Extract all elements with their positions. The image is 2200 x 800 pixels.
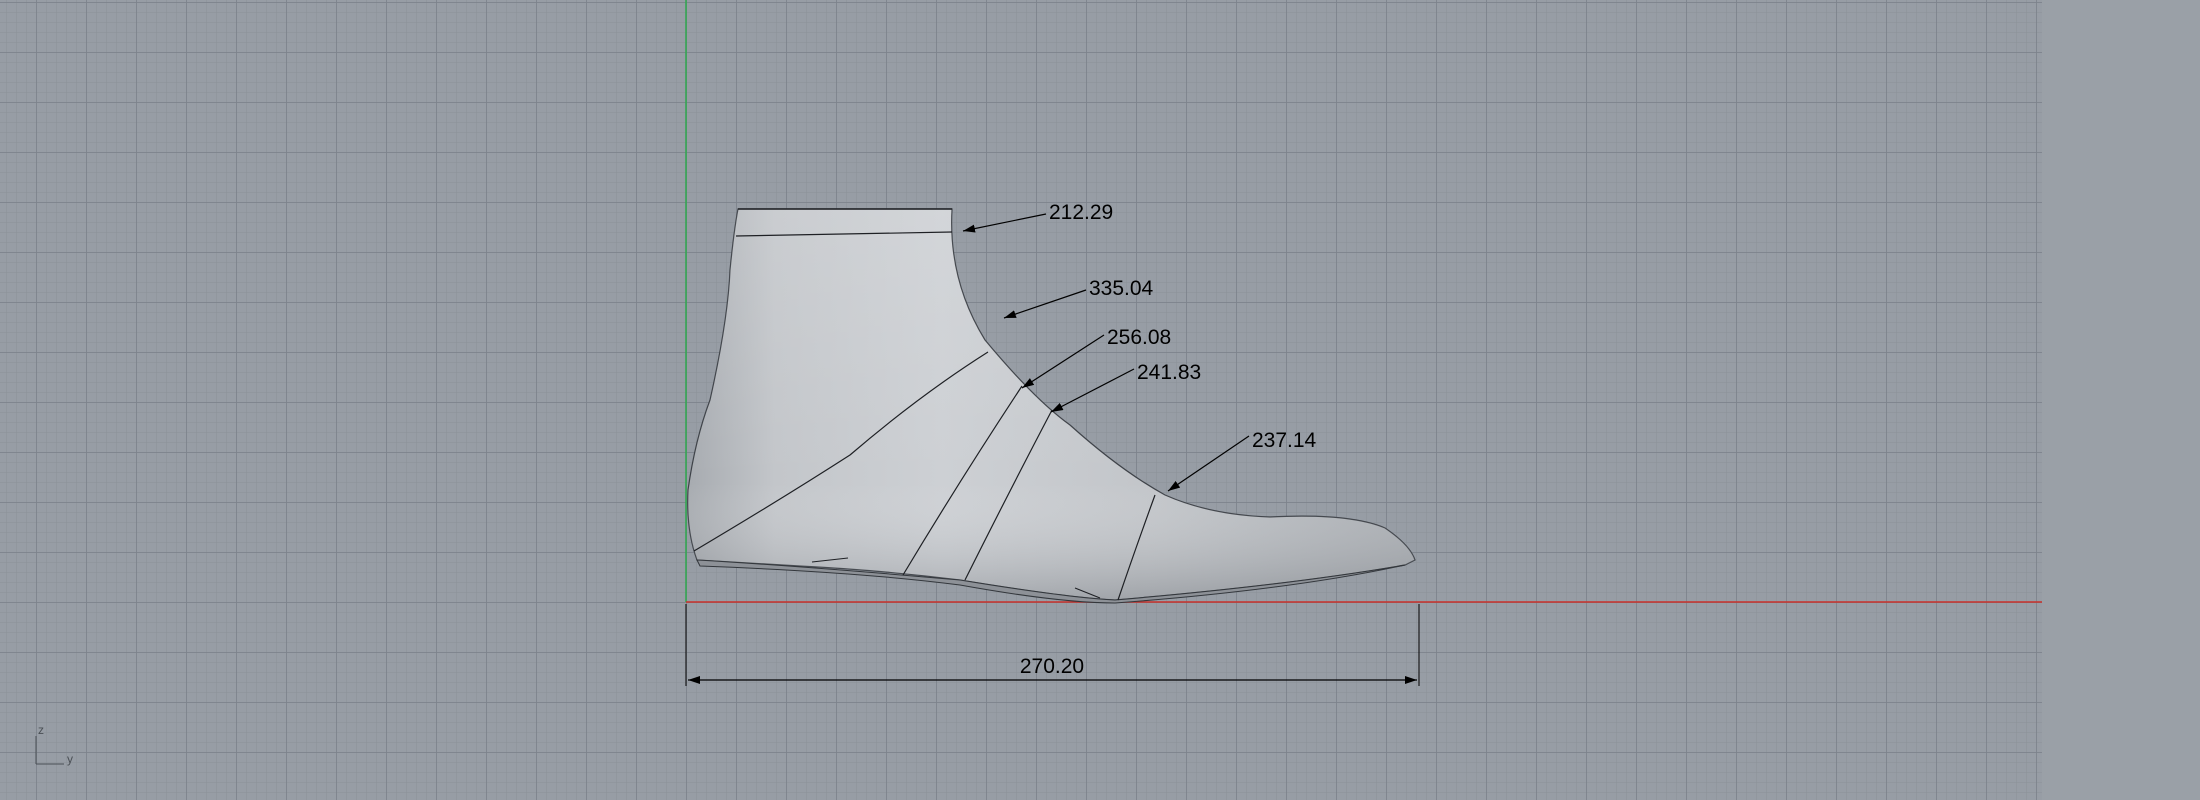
cad-viewport[interactable]: 212.29 335.04 256.08 241.83 237.14 270.2…	[0, 0, 2042, 800]
dimension-label: 335.04	[1089, 277, 1154, 300]
leader-line	[962, 213, 1047, 233]
dimension-ankle-girth[interactable]: 335.04	[1003, 277, 1154, 319]
dimension-ball-girth[interactable]: 237.14	[1167, 429, 1317, 492]
dimension-label: 212.29	[1049, 201, 1113, 224]
dimension-label: 270.20	[1020, 655, 1084, 678]
viewport-scene[interactable]: 212.29 335.04 256.08 241.83 237.14 270.2…	[0, 0, 2042, 800]
axis-orientation-widget: z y	[35, 723, 73, 766]
shoe-last-shading	[687, 209, 1415, 600]
leader-line	[1003, 289, 1087, 319]
leader-line	[1050, 368, 1135, 413]
shoe-last-model[interactable]	[687, 208, 1416, 604]
dimension-waist-girth[interactable]: 241.83	[1050, 361, 1201, 413]
widget-z-label: z	[38, 723, 44, 737]
leader-line	[1167, 435, 1250, 492]
dimension-label: 237.14	[1252, 429, 1317, 452]
leader-line	[1021, 334, 1105, 389]
side-panel	[2042, 0, 2200, 800]
dimension-length[interactable]: 270.20	[685, 604, 1420, 686]
dimension-label: 241.83	[1137, 361, 1201, 384]
dimension-label: 256.08	[1107, 326, 1171, 349]
dimension-top-girth[interactable]: 212.29	[962, 201, 1113, 233]
app-window: 212.29 335.04 256.08 241.83 237.14 270.2…	[0, 0, 2200, 800]
widget-y-label: y	[67, 752, 73, 766]
